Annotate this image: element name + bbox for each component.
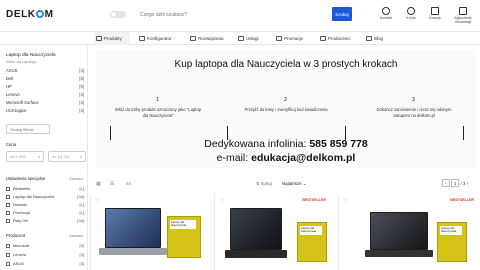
hotline-number[interactable]: 585 859 778 [309,138,367,150]
listing-toolbar: ▦ ☰ 45 ⇅ Sortuj Najtańsze ⌄ ‹ 1 / 3 › [96,178,476,190]
product-card[interactable]: ♡ BESTSELLER Laptop dla Nauczyciela [338,194,480,270]
laptop-image [99,208,167,262]
product-card[interactable]: ♡ BESTSELLER Laptop dla Nauczyciela [214,194,332,270]
pagination: ‹ 1 / 3 › [441,179,468,187]
producer-label: Producent [6,233,26,238]
grid-view-icon[interactable]: ▦ [96,181,101,187]
nav-item-promotions[interactable]: Promocje [274,32,310,45]
step-number: 1 [156,97,160,103]
category-item[interactable]: Lenovo [3] [6,92,84,97]
step-text: Przejdź do kasy i zweryfikuj kod świadcz… [244,107,328,112]
promo-banner[interactable]: Kup laptopa dla Nauczyciela w 3 prostych… [96,50,476,168]
cart-link[interactable]: Koszyk [424,7,446,20]
checkbox[interactable] [6,186,10,191]
producer-option[interactable]: ASUS [3] [6,261,84,266]
checkbox[interactable] [6,218,10,223]
step-text: Dokończ zamówienie i ciesz się udanym za… [376,107,452,118]
special-option[interactable]: Nowość [1] [6,202,84,207]
bestseller-badge: BESTSELLER [302,198,326,202]
sort-label: ⇅ Sortuj [256,181,272,186]
hotline-text: Dedykowana infolinia: 585 859 778 [204,138,368,150]
delkom-logo[interactable]: DELK M [6,9,54,20]
category-item[interactable]: Uczniujące [3] [6,108,84,113]
sort-select[interactable]: Najtańsze ⌄ [282,181,306,187]
producer-clear-link[interactable]: Zaznacz [69,234,83,238]
promo-box-image: Laptop dla Nauczyciela [167,216,201,258]
producer-option[interactable]: Lenovo [3] [6,252,84,257]
products-icon [96,36,102,41]
phone-icon [382,7,390,15]
chevron-down-icon: ⌄ [302,181,307,186]
nav-item-solutions[interactable]: Rozwiązania [188,32,228,45]
account-link[interactable]: Konto [400,7,422,20]
page-total: / 3 [460,181,466,186]
laptop-image [225,208,287,264]
category-title: Laptop dla Nauczyciela [6,53,56,58]
producer-option[interactable]: Microsoft [3] [6,243,84,248]
category-item[interactable]: ASUS [3] [6,68,84,73]
nav-item-products[interactable]: Produkty [94,32,130,45]
product-card[interactable]: ♡ Laptop dla Nauczyciela [90,194,208,270]
bestseller-badge: BESTSELLER [450,198,474,202]
checkbox[interactable] [6,243,10,248]
contact-link[interactable]: Kontakt [375,7,397,20]
nav-item-producers[interactable]: Producenci [318,32,356,45]
cart-icon [431,7,439,15]
category-item[interactable]: Microsoft Surface [3] [6,100,84,105]
producers-icon [320,36,326,41]
product-count: 45 [126,181,131,186]
ticket-icon [459,7,467,15]
services-icon [238,36,244,41]
back-link[interactable]: Wróć do Laptopy [6,59,36,64]
checkbox[interactable] [6,252,10,257]
header: DELKM Szukaj Kontakt Konto Koszyk Zgłosz… [0,0,480,30]
special-option[interactable]: Bestseller [1] [6,186,84,191]
heart-icon[interactable]: ♡ [95,198,100,205]
filter-sidebar: Laptop dla Nauczyciela Wróć do Laptopy A… [0,46,88,270]
step-text: Włóż do torby produkt oznaczony jako "La… [114,107,202,118]
step-number: 2 [284,97,288,103]
prev-page-button[interactable]: ‹ [441,179,450,187]
search-button[interactable]: Szukaj [332,7,352,21]
blog-icon [366,36,372,41]
checkbox[interactable] [6,210,10,215]
checkbox[interactable] [6,261,10,266]
special-label: Ustawienia specjalne [6,176,46,181]
list-view-icon[interactable]: ☰ [110,181,114,187]
banner-title: Kup laptopa dla Nauczyciela w 3 prostych… [174,59,398,70]
category-item[interactable]: Dell [8] [6,76,84,81]
special-option[interactable]: Promocja [1] [6,210,84,215]
page-input[interactable]: 1 [451,179,460,187]
filter-search-input[interactable] [6,124,50,134]
next-page-button[interactable]: › [467,181,468,186]
clear-icon[interactable]: × [80,154,82,159]
promo-box-image: Laptop dla Nauczyciela [297,222,327,262]
heart-icon[interactable]: ♡ [343,198,348,205]
category-item[interactable]: HP [9] [6,84,84,89]
heart-icon[interactable]: ♡ [219,198,224,205]
special-option[interactable]: Laptop dla Nauczyciela [34] [6,194,84,199]
promotions-icon [276,36,282,41]
clear-icon[interactable]: × [38,154,40,159]
configurator-icon [139,36,145,41]
main-nav: Produkty Konfigurator Rozwiązania Usługi… [0,31,480,45]
step-number: 3 [412,97,416,103]
email-link[interactable]: edukacja@delkom.pl [251,152,355,164]
theme-toggle[interactable] [110,11,126,18]
promo-box-image: Laptop dla Nauczyciela [437,222,467,262]
solutions-icon [190,36,196,41]
checkbox[interactable] [6,194,10,199]
checkbox[interactable] [6,202,10,207]
search-input[interactable] [140,8,330,21]
user-icon [407,7,415,15]
nav-item-services[interactable]: Usługi [236,32,266,45]
special-clear-link[interactable]: Zaznacz [69,177,83,181]
nav-item-configurator[interactable]: Konfigurator [137,32,179,45]
nav-item-blog[interactable]: Blog [364,32,390,45]
special-option[interactable]: Raty 0% [34] [6,218,84,223]
email-text: e-mail: edukacja@delkom.pl [216,152,356,164]
laptop-image [365,212,433,262]
complaint-link[interactable]: Zgłoszenie reklamacji [450,7,476,24]
price-label: Cena [6,142,17,147]
